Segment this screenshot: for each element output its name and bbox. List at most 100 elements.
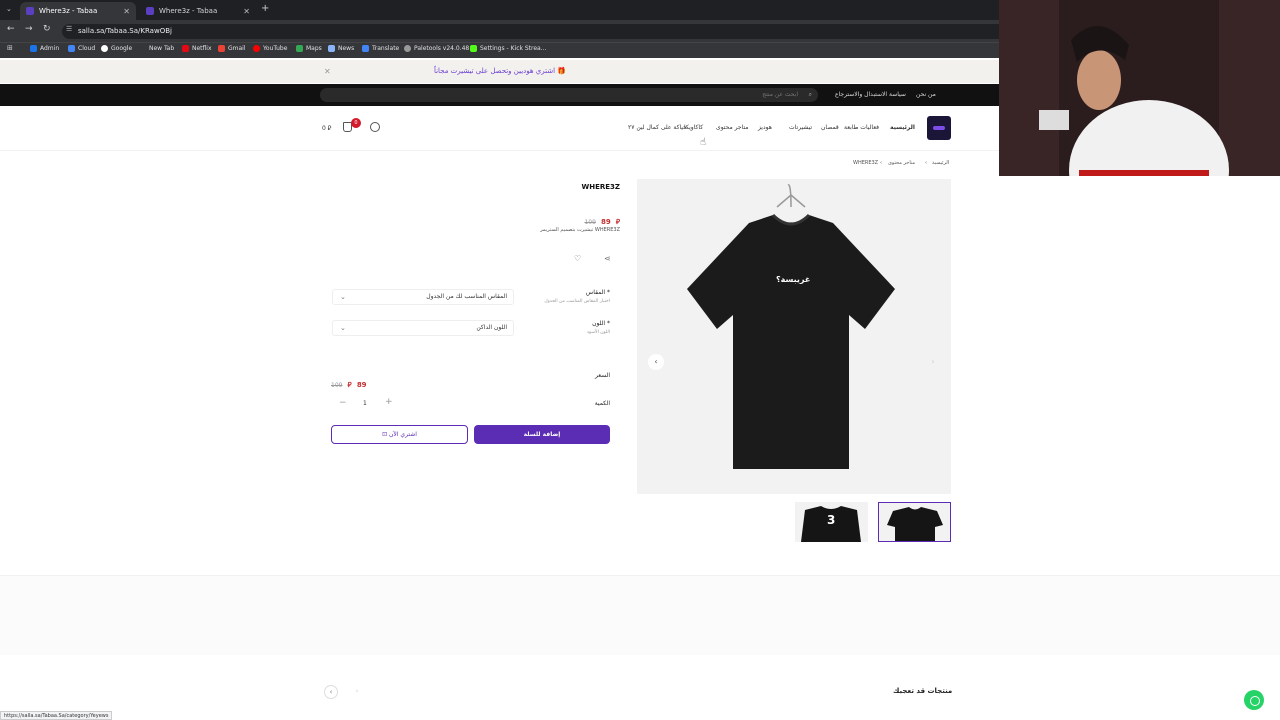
breadcrumb-sep-icon: ‹: [880, 160, 882, 166]
bookmark-icon: [30, 45, 37, 52]
add-to-cart-button[interactable]: إضافة للسلة: [474, 425, 610, 444]
share-icon[interactable]: ⋖: [604, 254, 611, 263]
google-icon: [101, 45, 108, 52]
user-icon[interactable]: [370, 122, 380, 132]
product-image[interactable]: غريبسة؟ ‹ ›: [637, 179, 951, 494]
increase-qty-button[interactable]: +: [385, 397, 393, 407]
nav-tshirts[interactable]: تيشيرتات: [789, 124, 812, 131]
translate-icon: [362, 45, 369, 52]
nav-shirts[interactable]: قمصان: [821, 124, 839, 131]
bookmark-google[interactable]: Google: [101, 45, 132, 52]
buy-now-button[interactable]: ⊡ اشتري الآن: [331, 425, 468, 444]
size-select[interactable]: ⌄ المقاس المناسب لك من الجدول: [332, 289, 514, 305]
youtube-icon: [253, 45, 260, 52]
mouse-cursor-icon: ☝: [700, 137, 707, 148]
tab-where3z-active[interactable]: Where3z - Tabaa ✕: [20, 2, 136, 20]
url-field[interactable]: salla.sa/Tabaa.Sa/KRawOBj: [62, 24, 1022, 39]
bookmark-maps[interactable]: Maps: [296, 45, 322, 52]
wishlist-heart-icon[interactable]: ♡: [574, 254, 581, 263]
new-tab-icon[interactable]: +: [261, 3, 269, 14]
thumbnail-front[interactable]: [878, 502, 951, 542]
breadcrumb-home[interactable]: الرئيسية: [932, 160, 949, 166]
search-input[interactable]: ابحث عن منتج ⌕: [320, 88, 818, 102]
breadcrumb-content-stores[interactable]: متاجر محتوى: [888, 160, 915, 166]
bookmark-label: Google: [111, 45, 133, 52]
promo-banner[interactable]: ✕ اشتري هوديين وتحصل على تيشيرت مجاناً 🎁: [0, 60, 1000, 83]
bookmark-newtab[interactable]: New Tab: [149, 45, 174, 52]
tab-where3z[interactable]: Where3z - Tabaa ✕: [140, 2, 256, 20]
nav-home[interactable]: الرئيسية: [890, 124, 915, 131]
size-select-value: المقاس المناسب لك من الجدول: [426, 293, 507, 300]
forward-icon[interactable]: →: [25, 24, 33, 34]
kick-icon: [470, 45, 477, 52]
summary-price-value: 89: [356, 381, 367, 389]
back-icon[interactable]: ←: [7, 24, 15, 34]
product-price: 89: [600, 218, 611, 226]
cart-count-badge: 0: [351, 118, 361, 128]
close-tab-icon[interactable]: ✕: [123, 7, 130, 16]
cart-icon: ⊡: [382, 431, 389, 438]
price-label: السعر: [594, 372, 610, 379]
bookmark-icon: [68, 45, 75, 52]
nav-custom[interactable]: حياكة على كمال لين ٢٧: [628, 124, 687, 131]
close-tab-icon[interactable]: ✕: [243, 7, 250, 16]
apps-icon[interactable]: ⊞: [7, 44, 13, 52]
bookmark-kick[interactable]: Settings - Kick Strea...: [470, 45, 546, 52]
product-description: تيشيرت بتصميم الستريمر WHERE3Z: [540, 227, 620, 233]
netflix-icon: [182, 45, 189, 52]
shirt-print-text: غريبسة؟: [776, 275, 811, 284]
bookmark-label: Netflix: [192, 45, 212, 52]
bookmark-label: Maps: [306, 45, 322, 52]
decrease-qty-button[interactable]: −: [339, 398, 347, 408]
bookmark-gmail[interactable]: Gmail: [218, 45, 246, 52]
size-hint: اختيار المقاس المناسب من الجدول: [544, 299, 610, 304]
reload-icon[interactable]: ↻: [43, 24, 51, 34]
thumbnail-back[interactable]: 3: [795, 502, 868, 542]
color-select-value: اللون الداكن: [476, 324, 507, 331]
store-logo[interactable]: [927, 116, 951, 140]
nav-hoodies[interactable]: هوديز: [758, 124, 772, 131]
bookmark-label: Translate: [372, 45, 400, 52]
quantity-label: الكمية: [594, 400, 610, 407]
nav-content-stores[interactable]: متاجر محتوى: [716, 124, 748, 131]
bookmark-cloud[interactable]: Cloud: [68, 45, 95, 52]
search-icon: ⌕: [808, 91, 812, 98]
size-label: المقاس *: [585, 289, 610, 296]
cart-total: 0 ⃁: [322, 125, 332, 132]
svg-text:3: 3: [827, 513, 835, 527]
color-select[interactable]: ⌄ اللون الداكن: [332, 320, 514, 336]
bookmark-label: Admin: [40, 45, 60, 52]
bookmark-paletools[interactable]: Paletools v24.0.48: [404, 45, 469, 52]
link-about[interactable]: من نحن: [916, 91, 936, 98]
color-hint: اللون الأسود: [586, 330, 610, 335]
whatsapp-icon[interactable]: [1244, 690, 1264, 710]
bookmark-translate[interactable]: Translate: [362, 45, 399, 52]
close-promo-icon[interactable]: ✕: [324, 60, 331, 83]
bookmark-label: Settings - Kick Strea...: [480, 45, 547, 52]
add-to-cart-label: إضافة للسلة: [523, 431, 561, 438]
gallery-prev-icon[interactable]: ‹: [648, 354, 664, 370]
old-price: 109: [584, 219, 596, 226]
link-return-policy[interactable]: سياسة الاستبدال والاسترجاع: [835, 91, 906, 98]
nav-events[interactable]: فعاليات طابعة: [844, 124, 879, 131]
tshirt-image: [687, 184, 895, 469]
tshirt-front-thumb: [887, 507, 943, 541]
tshirt-back-thumb: 3: [801, 506, 861, 542]
gallery-next-icon[interactable]: ›: [925, 354, 941, 370]
gmail-icon: [218, 45, 225, 52]
tab-search-icon[interactable]: ⌄: [6, 5, 12, 13]
bookmark-label: Gmail: [228, 45, 246, 52]
currency-icon: ⃁: [615, 218, 620, 226]
bookmark-admin[interactable]: Admin: [30, 45, 59, 52]
promo-text: اشتري هوديين وتحصل على تيشيرت مجاناً 🎁: [433, 67, 567, 75]
news-icon: [328, 45, 335, 52]
carousel-prev-icon[interactable]: ‹: [324, 685, 338, 699]
quantity-input[interactable]: 1: [363, 400, 367, 407]
carousel-next-icon[interactable]: ›: [350, 685, 364, 699]
recommendations-title: منتجات قد تعجبك: [893, 687, 953, 695]
bookmark-netflix[interactable]: Netflix: [182, 45, 212, 52]
chevron-down-icon: ⌄: [340, 293, 346, 301]
bookmark-news[interactable]: News: [328, 45, 354, 52]
site-info-icon[interactable]: ☰: [66, 25, 72, 33]
bookmark-youtube[interactable]: YouTube: [253, 45, 287, 52]
